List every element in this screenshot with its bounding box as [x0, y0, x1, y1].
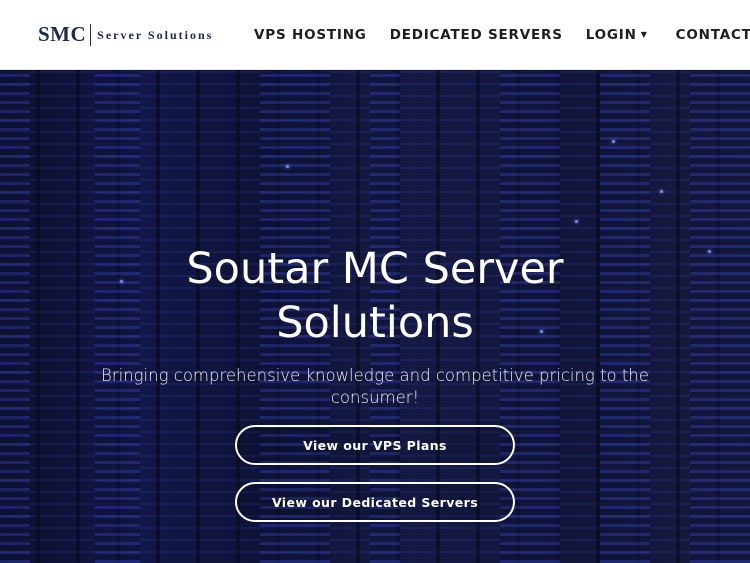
main-nav: VPS HOSTING DEDICATED SERVERS LOGIN ▼ CO…	[254, 0, 750, 70]
brand-tagline: Server Solutions	[97, 28, 214, 42]
brand-logo: SMC	[38, 22, 87, 46]
nav-dedicated-servers[interactable]: DEDICATED SERVERS	[390, 27, 563, 43]
brand-logo-link[interactable]: SMC Server Solutions	[38, 0, 213, 70]
hero-section: Soutar MC Server Solutions Bringing comp…	[0, 70, 750, 563]
nav-login-dropdown[interactable]: LOGIN ▼	[586, 27, 648, 43]
status-led	[612, 140, 615, 143]
nav-vps-hosting[interactable]: VPS HOSTING	[254, 27, 367, 43]
hero-subtitle: Bringing comprehensive knowledge and com…	[101, 366, 649, 407]
view-vps-plans-button[interactable]: View our VPS Plans	[235, 425, 515, 465]
brand-divider	[90, 23, 92, 46]
nav-contact-us[interactable]: CONTACT US	[676, 27, 750, 43]
status-led	[575, 220, 578, 223]
status-led	[286, 165, 289, 168]
hero-title-line-1: Soutar MC Server	[186, 244, 564, 294]
hero-title: Soutar MC Server Solutions	[0, 242, 750, 350]
caret-down-icon: ▼	[640, 29, 648, 39]
top-navbar: SMC Server Solutions VPS HOSTING DEDICAT…	[0, 0, 750, 70]
hero-title-line-2: Solutions	[276, 298, 474, 348]
nav-login-label: LOGIN	[585, 27, 637, 43]
status-led	[660, 190, 663, 193]
view-dedicated-servers-button[interactable]: View our Dedicated Servers	[235, 482, 515, 522]
